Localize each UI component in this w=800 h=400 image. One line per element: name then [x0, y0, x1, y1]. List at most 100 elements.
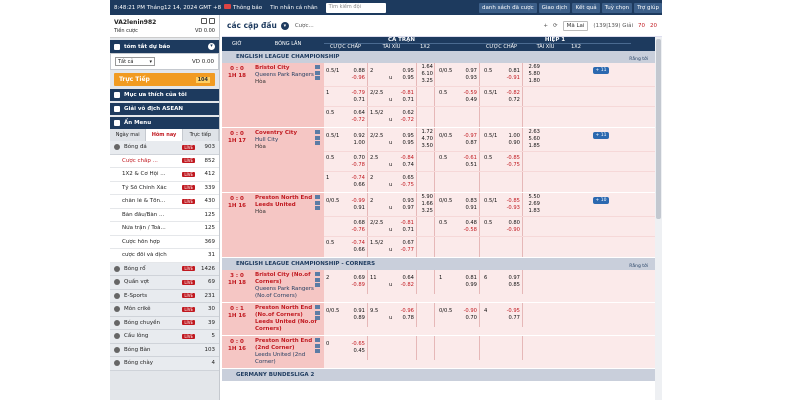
soccer-sub-item[interactable]: cược đối và dịch 31	[110, 249, 219, 263]
odd-value[interactable]: -0.89	[347, 282, 365, 289]
sport-item-soccer[interactable]: Bóng đá LIVE 903	[110, 141, 219, 155]
odd-value[interactable]: 0.70	[458, 315, 477, 322]
odd-value[interactable]: 0.51	[458, 162, 477, 169]
odd-value[interactable]: 1	[326, 90, 347, 97]
odd-value[interactable]: 1.00	[501, 133, 520, 140]
odd-value[interactable]: -0.96	[347, 75, 365, 82]
odd-value[interactable]: 1.5/2	[370, 110, 389, 117]
odd-value[interactable]: -0.72	[395, 117, 414, 124]
odd-value[interactable]: 1.00	[347, 140, 365, 147]
odd-value[interactable]: -0.74	[347, 240, 365, 247]
odd-value[interactable]: 2.63	[523, 129, 540, 136]
odd-value[interactable]: 0.99	[458, 282, 477, 289]
odd-value[interactable]: 4	[484, 308, 501, 315]
top-link-3[interactable]: Tuỳ chọn	[601, 2, 633, 13]
stats-icon[interactable]	[315, 195, 320, 199]
odd-value[interactable]: 0.5	[439, 155, 458, 162]
bet-filter-select[interactable]: Tất cả ▾	[115, 57, 155, 66]
odd-value[interactable]: 1	[439, 275, 458, 282]
bet-type-select[interactable]: Cược...	[295, 23, 314, 29]
tv-icon[interactable]	[315, 70, 320, 75]
odd-value[interactable]: 1.85	[523, 143, 540, 150]
odd-value[interactable]: -0.90	[458, 308, 477, 315]
away-team[interactable]: Leeds United (2nd Corner)	[255, 352, 321, 366]
odd-value[interactable]: 0	[326, 341, 347, 348]
refresh-icon[interactable]	[209, 18, 215, 24]
odd-value[interactable]: 0.72	[501, 97, 520, 104]
soccer-sub-item[interactable]: chẵn lẻ & Tổn... LIVE 430	[110, 195, 219, 209]
odd-value[interactable]: 1.83	[523, 208, 540, 215]
odd-value[interactable]: 2	[370, 68, 389, 75]
odd-value[interactable]: -0.99	[347, 198, 365, 205]
odd-value[interactable]: 0.78	[395, 315, 414, 322]
live-button[interactable]: Trực Tiếp 104	[114, 73, 215, 86]
odd-value[interactable]: 1.5/2	[370, 240, 389, 247]
odd-value[interactable]: 0.67	[395, 240, 414, 247]
away-team[interactable]: Leeds United (No.of Corners)	[255, 319, 321, 333]
odd-value[interactable]: -0.78	[347, 162, 365, 169]
odd-value[interactable]: 0.70	[347, 155, 365, 162]
odd-value[interactable]: 3.50	[417, 143, 433, 150]
odd-value[interactable]: 0/0.5	[439, 198, 458, 205]
home-team[interactable]: Preston North End (2nd Corner)	[255, 338, 321, 352]
odd-value[interactable]: 5.80	[523, 71, 540, 78]
odd-value[interactable]: 0.91	[458, 205, 477, 212]
odd-value[interactable]: 0.90	[501, 140, 520, 147]
soccer-sub-item[interactable]: Cược hỗn hợp 369	[110, 235, 219, 249]
odd-value[interactable]: 0/0.5	[439, 68, 458, 75]
odd-value[interactable]: 0.5	[439, 220, 458, 227]
home-team[interactable]: Bristol City	[255, 65, 321, 72]
odd-value[interactable]: 9.5	[370, 308, 389, 315]
stats-icon[interactable]	[315, 338, 320, 342]
menu-header[interactable]: Ẩn Menu	[110, 117, 219, 129]
odd-value[interactable]: 0.74	[395, 162, 414, 169]
odd-value[interactable]: 2/2.5	[370, 220, 389, 227]
sport-item[interactable]: Bóng chuyền LIVE 39	[110, 316, 219, 330]
odd-value[interactable]: 0.66	[347, 247, 365, 254]
odd-value[interactable]: 1	[326, 175, 347, 182]
away-team[interactable]: Hull City	[255, 137, 321, 144]
odd-value[interactable]: 0.5	[326, 155, 347, 162]
odd-value[interactable]: 5.60	[523, 136, 540, 143]
home-team[interactable]: Coventry City	[255, 130, 321, 137]
add-icon[interactable]: +	[543, 23, 548, 29]
sport-item[interactable]: Quần vợt LIVE 69	[110, 276, 219, 290]
stats-icon[interactable]	[315, 130, 320, 134]
odd-value[interactable]: -0.77	[395, 247, 414, 254]
star-icon[interactable]	[315, 141, 320, 145]
favorite-count[interactable]: 70	[638, 23, 645, 29]
odd-value[interactable]: 0/0.5	[439, 133, 458, 140]
odd-value[interactable]: 0.5/1	[484, 90, 501, 97]
odd-value[interactable]: -0.59	[458, 90, 477, 97]
tv-icon[interactable]	[315, 343, 320, 348]
stats-icon[interactable]	[315, 65, 320, 69]
odds-type-select[interactable]: Mã Lai	[562, 20, 589, 31]
odd-value[interactable]: 0.71	[395, 97, 414, 104]
odd-value[interactable]: 0.62	[395, 110, 414, 117]
more-bets-button[interactable]: + 11	[592, 67, 610, 74]
odd-value[interactable]: 0.5/1	[484, 198, 501, 205]
odd-value[interactable]: 1.72	[417, 129, 433, 136]
top-link-0[interactable]: danh sách đã cược	[479, 2, 537, 13]
soccer-sub-item[interactable]: Cược chấp ... LIVE 852	[110, 154, 219, 168]
odd-value[interactable]: 0.45	[347, 348, 365, 355]
odd-value[interactable]: 0.85	[501, 282, 520, 289]
sport-item[interactable]: Bóng chày 4	[110, 357, 219, 371]
home-team[interactable]: Preston North End (No.of Corners)	[255, 305, 321, 319]
odd-value[interactable]: 11	[370, 275, 389, 282]
odd-value[interactable]: 0.5/1	[326, 133, 347, 140]
odd-value[interactable]: 0.5	[484, 155, 501, 162]
chevron-down-icon[interactable]: ▾	[280, 21, 289, 30]
odd-value[interactable]: 0.87	[458, 140, 477, 147]
home-team[interactable]: Bristol City (No.of Corners)	[255, 272, 321, 286]
odd-value[interactable]: -0.81	[395, 90, 414, 97]
tv-icon[interactable]	[315, 135, 320, 140]
sport-item[interactable]: E-Sports LIVE 231	[110, 289, 219, 303]
top-link-2[interactable]: Kết quả	[572, 2, 600, 13]
odd-value[interactable]: -0.97	[458, 133, 477, 140]
odd-value[interactable]: 2.5	[370, 155, 389, 162]
odd-value[interactable]: 0.95	[395, 75, 414, 82]
odd-value[interactable]: 5.50	[523, 194, 540, 201]
odd-value[interactable]: 0.49	[458, 97, 477, 104]
alert-count[interactable]: 20	[650, 23, 657, 29]
